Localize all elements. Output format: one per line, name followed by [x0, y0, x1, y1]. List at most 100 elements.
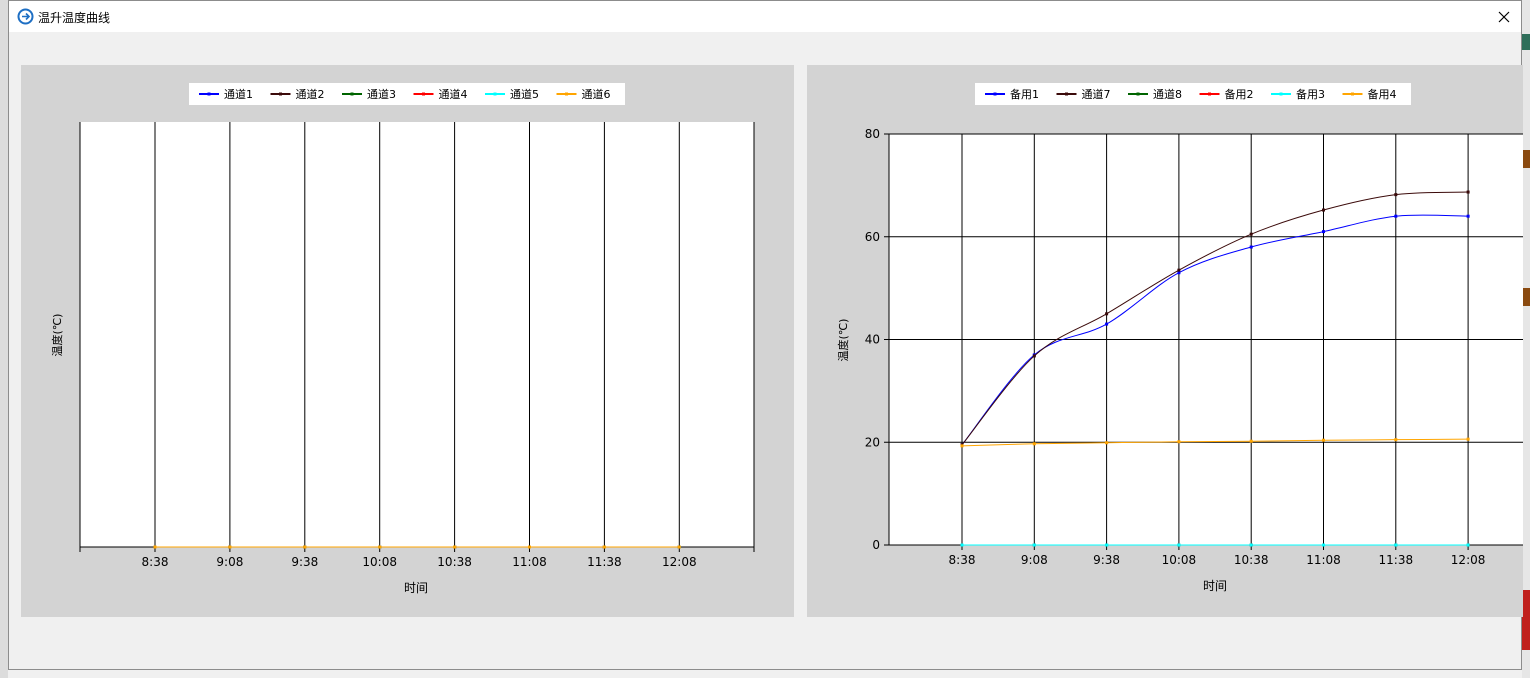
x-tick-label: 10:08 [362, 555, 397, 569]
legend-marker [493, 92, 497, 96]
legend-marker [279, 92, 282, 96]
data-point [1177, 268, 1181, 272]
legend-label: 通道4 [439, 87, 468, 101]
channel-chart-left: 8:38 9:08 9:38 10:08 10:38 11:08 11:38 12:08 时间 温… [50, 83, 755, 595]
x-tick-label: 10:08 [1162, 553, 1197, 567]
data-point [1466, 214, 1470, 218]
legend-marker [422, 92, 425, 96]
legend-marker [1065, 92, 1068, 96]
data-point [1177, 440, 1181, 444]
y-tick-label: 40 [865, 333, 880, 347]
data-point [1032, 354, 1036, 358]
channel-chart-right: 8:38 9:08 9:38 10:08 10:38 11:08 11:38 12:08 0 20… [836, 83, 1523, 593]
title-bar: 温升温度曲线 [9, 1, 1521, 32]
legend-marker [1279, 92, 1283, 96]
data-point [1394, 543, 1398, 547]
x-tick-label: 9:08 [216, 555, 243, 569]
data-point [1177, 271, 1181, 275]
x-tick-label: 9:38 [291, 555, 318, 569]
data-point [960, 444, 964, 448]
y-tick-label: 20 [865, 435, 880, 449]
x-tick-label: 11:38 [1379, 553, 1414, 567]
x-tick-label: 9:08 [1021, 553, 1048, 567]
data-point [1466, 190, 1470, 194]
x-tick-label: 11:38 [587, 555, 622, 569]
data-point [1105, 543, 1109, 547]
legend-label: 备用3 [1296, 87, 1325, 101]
data-point [960, 543, 964, 547]
data-point [602, 545, 606, 549]
y-tick-label: 80 [865, 127, 880, 141]
x-tick-label: 12:08 [662, 555, 697, 569]
x-tick-label: 9:38 [1093, 553, 1120, 567]
plot-area [80, 122, 754, 547]
data-point [378, 545, 382, 549]
background-block [1522, 150, 1530, 168]
legend-label: 备用2 [1225, 87, 1254, 101]
x-tick-label: 12:08 [1451, 553, 1486, 567]
data-point [1032, 543, 1036, 547]
legend-label: 通道6 [582, 87, 611, 101]
data-point [1394, 193, 1398, 197]
x-axis-title: 时间 [404, 581, 428, 595]
data-point [1322, 230, 1325, 234]
data-point [1249, 543, 1253, 547]
data-point [153, 545, 157, 549]
x-tick-label: 11:08 [1306, 553, 1341, 567]
thermometer-app-icon [17, 8, 34, 25]
data-point [453, 545, 457, 549]
data-point [1105, 441, 1109, 445]
data-point [1466, 437, 1470, 441]
background-block [1522, 590, 1530, 650]
data-point [1249, 232, 1253, 236]
close-button[interactable] [1487, 1, 1521, 32]
x-tick-label: 8:38 [142, 555, 169, 569]
legend-marker [565, 92, 568, 96]
legend-marker [993, 92, 997, 96]
data-point [1105, 322, 1109, 326]
left-chart-panel: 8:38 9:08 9:38 10:08 10:38 11:08 11:38 12:08 时间 温… [21, 65, 794, 617]
data-point [1394, 438, 1398, 442]
data-point [1249, 245, 1253, 249]
legend-marker [1351, 92, 1354, 96]
background-block [1522, 34, 1530, 50]
legend-marker [1136, 92, 1140, 96]
data-point [303, 545, 307, 549]
legend-label: 通道1 [224, 87, 253, 101]
legend-label: 通道2 [296, 87, 325, 101]
data-point [1105, 312, 1109, 316]
data-point [1394, 214, 1398, 218]
data-point [1466, 543, 1470, 547]
data-point [1322, 208, 1325, 212]
legend-label: 通道3 [367, 87, 396, 101]
y-axis-title: 温度(℃) [50, 314, 64, 357]
data-point [228, 545, 232, 549]
x-tick-label: 10:38 [437, 555, 472, 569]
data-point [528, 545, 531, 549]
x-axis-title: 时间 [1203, 579, 1227, 593]
x-tick-label: 8:38 [949, 553, 976, 567]
legend-label: 通道7 [1082, 87, 1111, 101]
data-point [1322, 438, 1325, 442]
legend-marker [350, 92, 354, 96]
window-title: 温升温度曲线 [38, 11, 111, 25]
y-tick-label: 60 [865, 230, 880, 244]
data-point [1249, 439, 1253, 443]
legend-label: 备用1 [1010, 87, 1039, 101]
background-app-right-edge [1522, 0, 1530, 678]
legend-label: 备用4 [1368, 87, 1397, 101]
data-point [1032, 442, 1036, 446]
temperature-curve-window: 温升温度曲线 8:38 9:08 9:38 10:08 10:38 11:08 11:38 1… [8, 0, 1523, 670]
y-tick-label: 0 [872, 538, 880, 552]
legend-marker [207, 92, 211, 96]
background-block [1522, 288, 1530, 306]
y-axis-title: 温度(℃) [836, 319, 850, 362]
data-point [677, 545, 681, 549]
legend-label: 通道5 [510, 87, 539, 101]
data-point [1322, 543, 1325, 547]
x-tick-label: 10:38 [1234, 553, 1269, 567]
data-point [1177, 543, 1181, 547]
legend-label: 通道8 [1153, 87, 1182, 101]
close-icon [1498, 11, 1510, 22]
right-chart-panel: 8:38 9:08 9:38 10:08 10:38 11:08 11:38 12:08 0 20… [807, 65, 1523, 617]
